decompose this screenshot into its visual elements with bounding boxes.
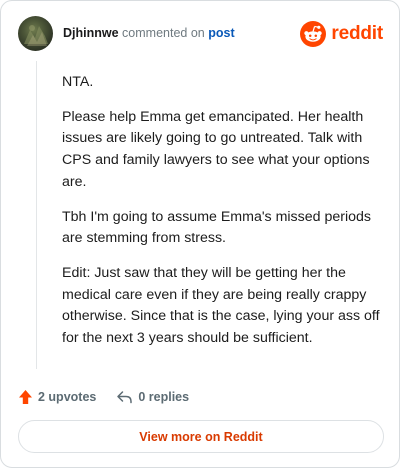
upvote-button[interactable]: 2 upvotes (18, 389, 96, 405)
reply-count: 0 replies (138, 390, 190, 404)
comment-embed-card: Djhinnwe commented on post reddit NTA. P… (0, 0, 400, 468)
comment-actions: 2 upvotes 0 replies (18, 387, 189, 407)
reddit-alien-icon (300, 21, 327, 47)
author-name[interactable]: Djhinnwe (63, 26, 119, 40)
comment-meta: Djhinnwe commented on post (63, 26, 235, 40)
post-link[interactable]: post (208, 26, 234, 40)
reply-button[interactable]: 0 replies (116, 390, 189, 404)
commented-on-text: commented on (122, 26, 205, 40)
reddit-wordmark: reddit (331, 23, 383, 44)
thread-line (36, 61, 37, 369)
upvote-count: 2 upvotes (38, 390, 97, 404)
comment-paragraph: Tbh I'm going to assume Emma's missed pe… (62, 208, 371, 247)
comment-paragraph: Please help Emma get emancipated. Her he… (62, 108, 370, 190)
reddit-logo[interactable]: reddit (300, 19, 383, 49)
user-avatar[interactable] (18, 16, 53, 51)
view-more-label: View more on Reddit (139, 429, 263, 444)
view-more-button[interactable]: View more on Reddit (18, 420, 384, 453)
comment-header: Djhinnwe commented on post reddit (18, 16, 383, 52)
comment-paragraph: Edit: Just saw that they will be getting… (62, 264, 380, 347)
comment-paragraph: NTA. (62, 74, 94, 90)
upvote-arrow-icon (19, 390, 32, 404)
comment-body: NTA. Please help Emma get emancipated. H… (62, 72, 382, 363)
reply-arrow-icon (117, 391, 133, 404)
